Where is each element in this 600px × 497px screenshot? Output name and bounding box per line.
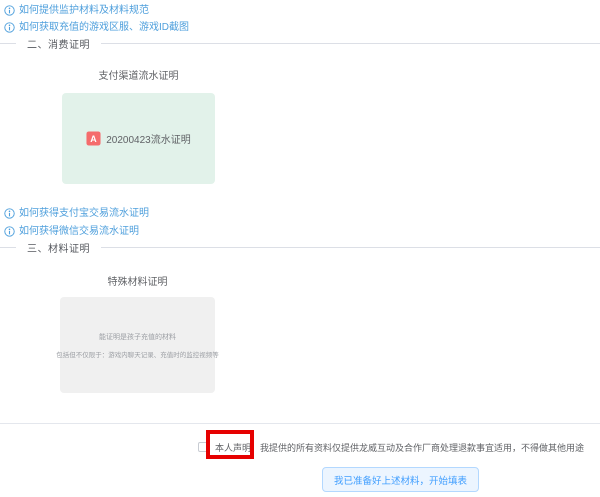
pdf-file-icon: A bbox=[86, 131, 101, 146]
help-link-game-server-screenshot[interactable]: 如何获取充值的游戏区服、游戏ID截图 bbox=[4, 21, 189, 34]
info-icon bbox=[4, 226, 15, 237]
section-divider-material: 三、材料证明 bbox=[0, 240, 600, 254]
upload-hint-line: 能证明是孩子充值的材料 bbox=[99, 332, 176, 342]
divider-line bbox=[0, 247, 16, 248]
divider-line bbox=[101, 43, 600, 44]
refund-materials-page: 如何提供监护材料及材料规范 如何获取充值的游戏区服、游戏ID截图 二、消费证明 … bbox=[0, 0, 600, 497]
payment-proof-file-card[interactable]: A 20200423流水证明 bbox=[62, 93, 215, 184]
help-link-label: 如何获取充值的游戏区服、游戏ID截图 bbox=[19, 21, 189, 34]
svg-text:A: A bbox=[91, 134, 98, 144]
upload-hint-line: 包括但不仅限于：游戏内聊天记录、充值时的监控视频等 bbox=[56, 349, 219, 359]
uploaded-file-name: 20200423流水证明 bbox=[106, 131, 191, 146]
help-link-alipay-statement[interactable]: 如何获得支付宝交易流水证明 bbox=[4, 207, 149, 220]
special-material-upload-area[interactable]: 能证明是孩子充值的材料 包括但不仅限于：游戏内聊天记录、充值时的监控视频等 bbox=[60, 297, 215, 393]
declaration-text: 本人声明：我提供的所有资料仅提供龙威互动及合作厂商处理退款事宜适用，不得做其他用… bbox=[215, 441, 584, 454]
info-icon bbox=[4, 208, 15, 219]
help-link-label: 如何获得支付宝交易流水证明 bbox=[19, 207, 149, 220]
special-material-label: 特殊材料证明 bbox=[60, 273, 215, 288]
divider-line bbox=[101, 247, 600, 248]
footer-divider bbox=[0, 423, 600, 424]
help-link-guardian-materials[interactable]: 如何提供监护材料及材料规范 bbox=[4, 4, 149, 17]
section-divider-consumption: 二、消费证明 bbox=[0, 36, 600, 50]
info-icon bbox=[4, 22, 15, 33]
info-icon bbox=[4, 5, 15, 16]
section-title-consumption: 二、消费证明 bbox=[27, 36, 90, 51]
help-link-label: 如何提供监护材料及材料规范 bbox=[19, 4, 149, 17]
payment-proof-label: 支付渠道流水证明 bbox=[62, 67, 215, 82]
help-link-wechat-statement[interactable]: 如何获得微信交易流水证明 bbox=[4, 225, 139, 238]
section-title-material: 三、材料证明 bbox=[27, 240, 90, 255]
uploaded-file-row: A 20200423流水证明 bbox=[86, 131, 191, 146]
help-link-label: 如何获得微信交易流水证明 bbox=[19, 225, 139, 238]
declaration-row: 本人声明：我提供的所有资料仅提供龙威互动及合作厂商处理退款事宜适用，不得做其他用… bbox=[198, 439, 584, 455]
declaration-checkbox[interactable] bbox=[198, 442, 208, 452]
divider-line bbox=[0, 43, 16, 44]
start-form-button[interactable]: 我已准备好上述材料，开始填表 bbox=[322, 467, 479, 492]
